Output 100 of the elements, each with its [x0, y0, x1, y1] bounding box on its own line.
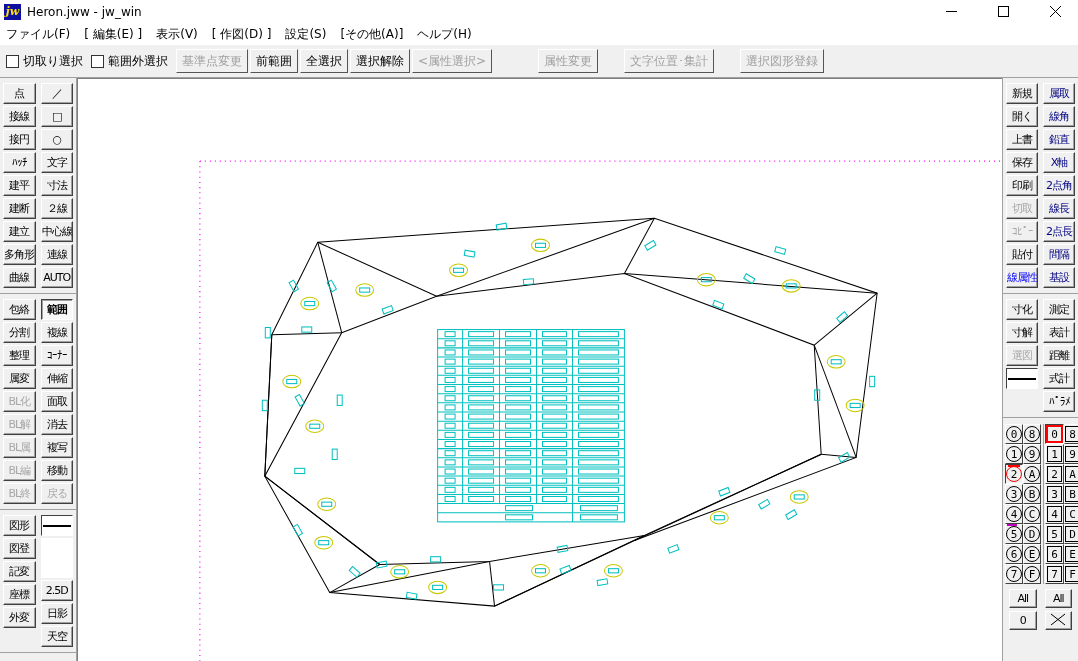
menu-item[interactable]: [ 編集(E) ] — [84, 25, 143, 43]
tool-button[interactable]: ○ — [40, 129, 73, 150]
tool-button[interactable]: 寸法 — [40, 175, 73, 196]
tool-button[interactable]: 接円 — [3, 129, 36, 150]
line-sample[interactable] — [1006, 368, 1038, 389]
layer-group-button[interactable]: 9 — [1064, 444, 1078, 464]
tool-button[interactable]: 2点長 — [1043, 221, 1075, 242]
tool-button[interactable]: 基設 — [1043, 267, 1075, 288]
layer-button[interactable]: 7 — [1005, 564, 1023, 584]
layer-group-button[interactable]: 4 — [1045, 504, 1064, 524]
layer-group-button[interactable]: E — [1064, 544, 1078, 564]
layer-button[interactable]: 9 — [1023, 444, 1041, 464]
tool-button[interactable]: 線角 — [1043, 106, 1075, 127]
tool-button[interactable]: 消去 — [40, 414, 73, 435]
checkbox[interactable] — [91, 54, 104, 68]
tool-button[interactable]: 天空 — [40, 626, 73, 647]
layer-button[interactable]: C — [1023, 504, 1041, 524]
tool-button[interactable]: 座標 — [3, 584, 36, 605]
tool-button[interactable]: 接線 — [3, 106, 36, 127]
layer-group-button[interactable]: C — [1064, 504, 1078, 524]
layer-button[interactable]: 4 — [1005, 504, 1023, 524]
layer-button[interactable]: 5 — [1005, 524, 1023, 544]
tool-button[interactable]: 包絡 — [3, 299, 36, 320]
all-layers-button[interactable]: All — [1044, 589, 1072, 608]
checkbox[interactable] — [6, 54, 19, 68]
toolbar-button[interactable]: 全選択 — [300, 49, 348, 73]
tool-button[interactable]: ｺｰﾅｰ — [40, 345, 73, 366]
tool-button[interactable]: 上書 — [1006, 129, 1038, 150]
tool-button[interactable]: 外変 — [3, 607, 36, 628]
tool-button[interactable]: 式計 — [1043, 368, 1075, 389]
tool-button[interactable]: 属変 — [3, 368, 36, 389]
tool-button[interactable]: 寸化 — [1006, 299, 1038, 320]
layer-group-button[interactable]: 0 — [1045, 424, 1064, 444]
tool-button[interactable]: 開く — [1006, 106, 1038, 127]
tool-button[interactable]: 鉛直 — [1043, 129, 1075, 150]
tool-button[interactable]: 図形 — [3, 515, 36, 536]
tool-button[interactable]: 建立 — [3, 221, 36, 242]
tool-button[interactable]: 距離 — [1043, 345, 1075, 366]
tool-button[interactable]: 建断 — [3, 198, 36, 219]
layer-button[interactable]: B — [1023, 484, 1041, 504]
tool-button[interactable]: 間隔 — [1043, 244, 1075, 265]
tool-button[interactable]: 分割 — [3, 322, 36, 343]
layer-button[interactable]: 0 — [1005, 424, 1023, 444]
tool-button[interactable]: 多角形 — [3, 244, 36, 265]
tool-button[interactable]: ２線 — [40, 198, 73, 219]
layer-group-button[interactable]: B — [1064, 484, 1078, 504]
tool-button[interactable]: 移動 — [40, 460, 73, 481]
layer-button[interactable]: 8 — [1023, 424, 1041, 444]
layer-button[interactable]: 1 — [1005, 444, 1023, 464]
layer-group-button[interactable]: D — [1064, 524, 1078, 544]
tool-button[interactable]: 伸縮 — [40, 368, 73, 389]
layer-group-button[interactable]: 3 — [1045, 484, 1064, 504]
layer-group-button[interactable]: A — [1064, 464, 1078, 484]
tool-button[interactable]: ﾊﾟﾗﾒ — [1043, 391, 1075, 412]
tool-button[interactable]: 線長 — [1043, 198, 1075, 219]
all-layers-button[interactable]: All — [1009, 589, 1037, 608]
tool-button[interactable]: 2点角 — [1043, 175, 1075, 196]
tool-button[interactable]: ／ — [40, 83, 73, 104]
tool-button[interactable]: 寸解 — [1006, 322, 1038, 343]
tool-button[interactable]: 記変 — [3, 561, 36, 582]
layer-button[interactable]: A — [1023, 464, 1041, 484]
tool-button[interactable]: 整理 — [3, 345, 36, 366]
layer-group-button[interactable]: F — [1064, 564, 1078, 584]
tool-button[interactable]: AUTO — [40, 267, 73, 288]
menu-item[interactable]: 表示(V) — [156, 25, 198, 43]
tool-button[interactable]: X軸 — [1043, 152, 1075, 173]
tool-button[interactable]: 文字 — [40, 152, 73, 173]
tool-button[interactable]: □ — [40, 106, 73, 127]
tool-button[interactable]: 点 — [3, 83, 36, 104]
tool-button[interactable]: 2.5D — [40, 580, 73, 601]
tool-button[interactable]: 属取 — [1043, 83, 1075, 104]
tool-button[interactable]: 表計 — [1043, 322, 1075, 343]
tool-button[interactable]: 図登 — [3, 538, 36, 559]
menu-item[interactable]: 設定(S) — [285, 25, 327, 43]
tool-button[interactable]: 面取 — [40, 391, 73, 412]
layer-button[interactable]: E — [1023, 544, 1041, 564]
cross-button[interactable] — [1044, 611, 1072, 630]
tool-button[interactable]: 測定 — [1043, 299, 1075, 320]
tool-button[interactable]: 線属性 — [1006, 267, 1038, 288]
layer-button[interactable]: 2 — [1005, 464, 1023, 484]
tool-button[interactable]: 複線 — [40, 322, 73, 343]
layer-group-button[interactable]: 5 — [1045, 524, 1064, 544]
tool-button[interactable]: 複写 — [40, 437, 73, 458]
tool-button[interactable]: 連線 — [40, 244, 73, 265]
tool-button[interactable]: 中心線 — [40, 221, 73, 242]
layer-group-button[interactable]: 1 — [1045, 444, 1064, 464]
tool-button[interactable]: 範囲 — [40, 299, 73, 320]
layer-button[interactable]: D — [1023, 524, 1041, 544]
menu-item[interactable]: [その他(A)] — [340, 25, 404, 43]
tool-button[interactable]: 日影 — [40, 603, 73, 624]
toolbar-button[interactable]: 前範囲 — [250, 49, 298, 73]
layer-group-button[interactable]: 8 — [1064, 424, 1078, 444]
menu-item[interactable]: [ 作図(D) ] — [211, 25, 272, 43]
tool-button[interactable]: 印刷 — [1006, 175, 1038, 196]
layer-group-button[interactable]: 2 — [1045, 464, 1064, 484]
tool-button[interactable]: 新規 — [1006, 83, 1038, 104]
menu-item[interactable]: ヘルプ(H) — [417, 25, 472, 43]
layer-button[interactable]: F — [1023, 564, 1041, 584]
menu-item[interactable]: ファイル(F) — [6, 25, 71, 43]
tool-button[interactable]: 建平 — [3, 175, 36, 196]
